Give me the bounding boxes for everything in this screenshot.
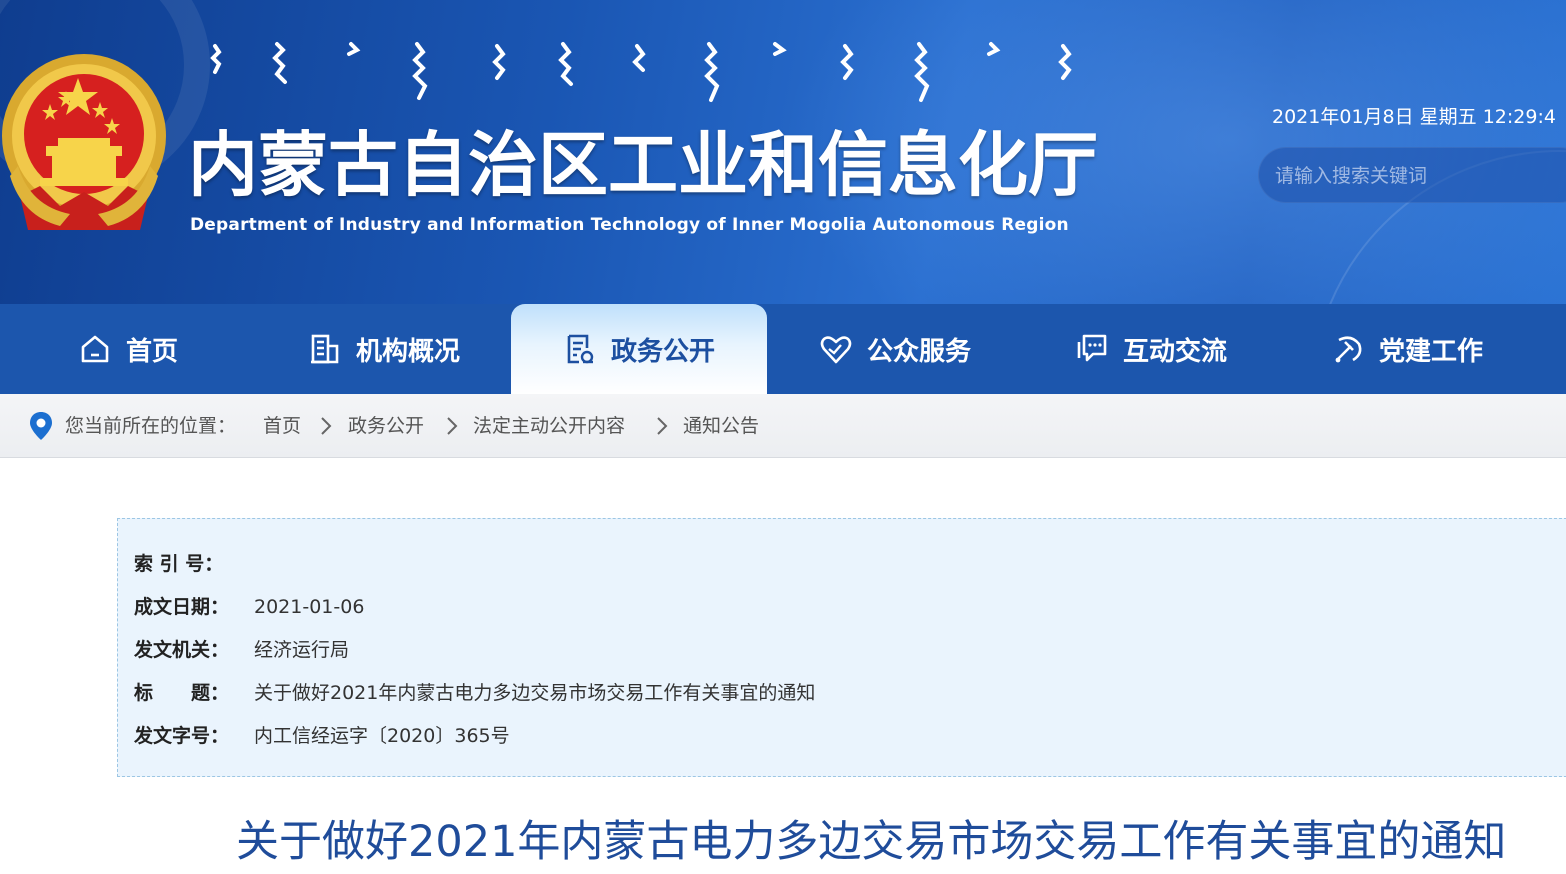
info-value: 2021-01-06 [254,596,365,618]
chevron-right-icon [657,417,668,435]
chevron-right-icon [447,417,458,435]
search-box[interactable] [1258,147,1566,204]
document-info-box: 索 引 号： 成文日期： 2021-01-06 发文机关： 经济运行局 标 题：… [117,518,1566,777]
nav-item-government-affairs[interactable]: 政务公开 [511,304,767,394]
party-emblem-icon [1335,336,1362,363]
breadcrumb: 您当前所在的位置： 首页 政务公开 法定主动公开内容 通知公告 [0,394,1566,458]
breadcrumb-item-notices[interactable]: 通知公告 [683,394,759,458]
home-icon [81,335,109,363]
nav-label: 公众服务 [866,336,971,367]
location-pin-icon [30,412,52,440]
nav-item-organization[interactable]: 机构概况 [256,304,512,394]
nav-item-interaction[interactable]: 互动交流 [1023,304,1279,394]
info-value: 内工信经运字〔2020〕365号 [254,725,510,747]
chat-icon [1077,334,1107,362]
national-emblem-icon [2,54,166,230]
search-input[interactable] [1275,148,1565,204]
main-nav: 首页 机构概况 政务公开 公众服务 互动交流 党建工作 [0,304,1566,394]
info-value: 经济运行局 [254,639,350,661]
nav-label: 互动交流 [1122,336,1227,367]
article-title: 关于做好2021年内蒙古电力多边交易市场交易工作有关事宜的通知 [236,817,1507,867]
info-key: 成文日期： [134,596,230,618]
breadcrumb-item-home[interactable]: 首页 [263,394,301,458]
nav-label: 政务公开 [610,336,715,367]
breadcrumb-prefix: 您当前所在的位置： [65,415,237,437]
site-title-english: Department of Industry and Information T… [190,215,1069,235]
info-value: 关于做好2021年内蒙古电力多边交易市场交易工作有关事宜的通知 [254,682,816,704]
current-datetime: 2021年01月8日 星期五 12:29:4 [1272,106,1556,128]
site-header: 内蒙古自治区工业和信息化厅 Department of Industry and… [0,0,1566,304]
info-key: 索 引 号： [134,553,224,575]
mongolian-script-title-icon [210,42,1072,102]
nav-label: 党建工作 [1378,336,1483,367]
document-icon [567,334,594,364]
nav-item-home[interactable]: 首页 [0,304,256,394]
info-key: 标 题： [134,682,230,704]
heart-hands-icon [820,336,852,364]
info-key: 发文机关： [134,639,230,661]
breadcrumb-item-government-affairs[interactable]: 政务公开 [348,394,424,458]
nav-label: 机构概况 [355,336,460,367]
info-key: 发文字号： [134,725,230,747]
nav-item-party-building[interactable]: 党建工作 [1279,304,1535,394]
site-title-chinese: 内蒙古自治区工业和信息化厅 [188,123,1098,206]
building-icon [310,334,339,364]
chevron-right-icon [321,417,332,435]
nav-label: 首页 [125,336,178,367]
nav-item-public-service[interactable]: 公众服务 [767,304,1023,394]
breadcrumb-item-statutory-disclosure[interactable]: 法定主动公开内容 [473,394,625,458]
